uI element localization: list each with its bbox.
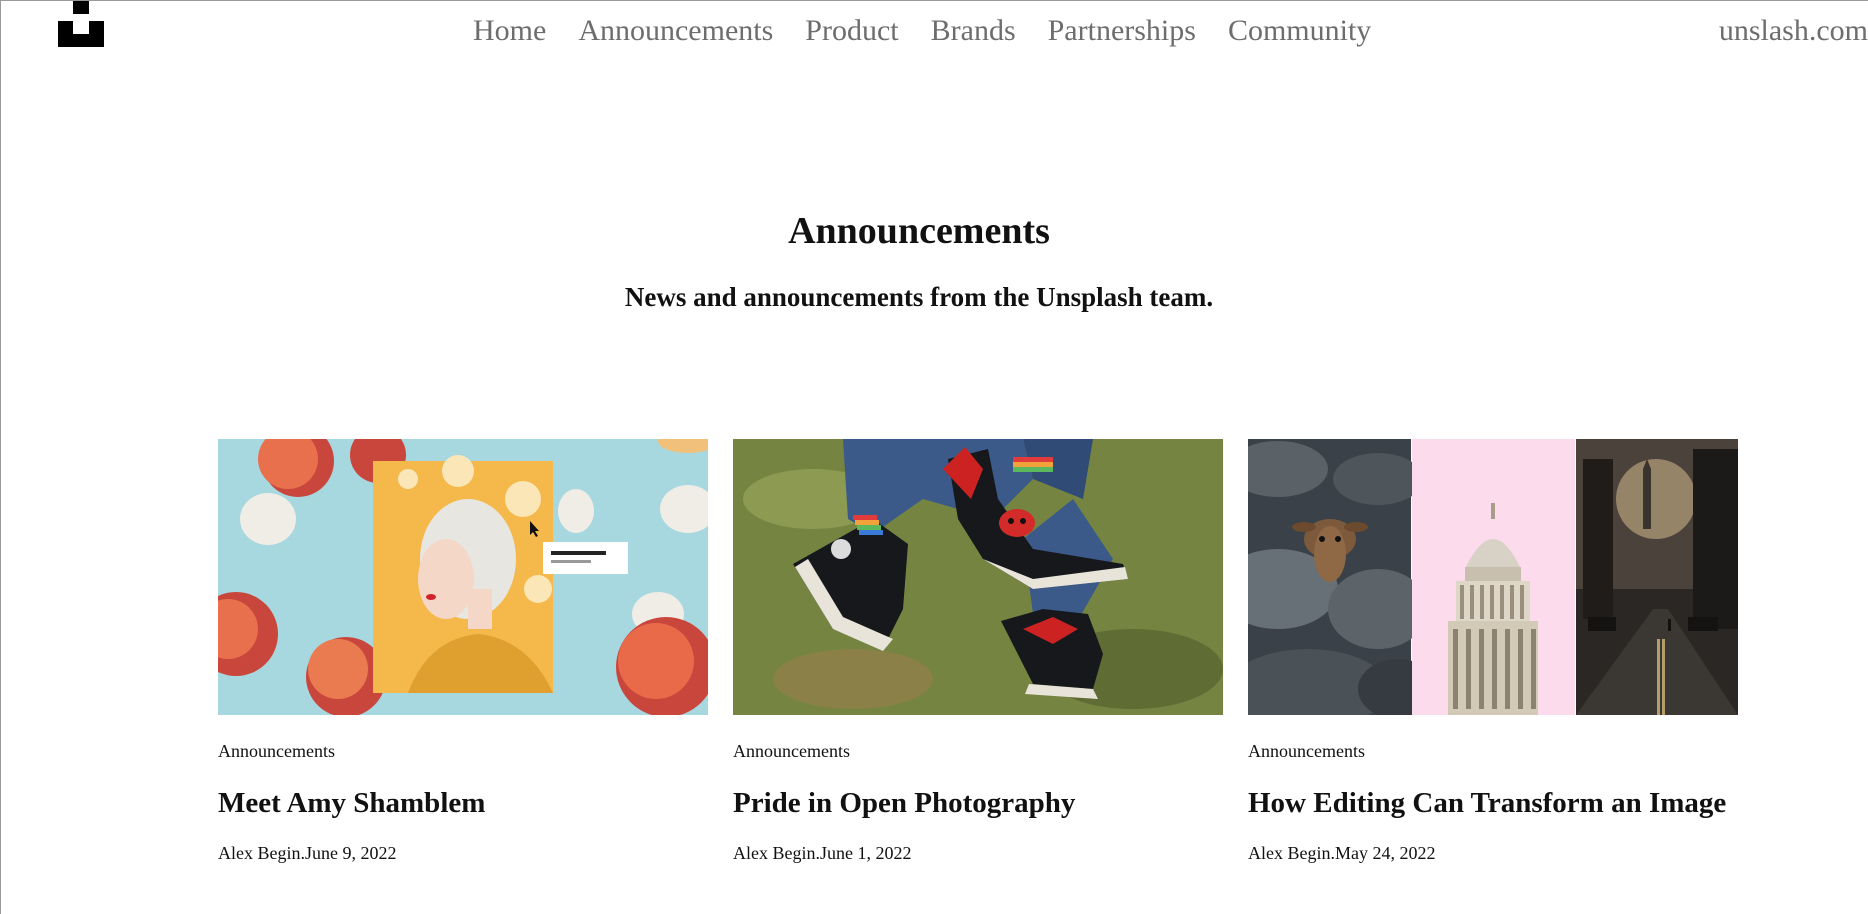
post-byline: Alex Begin.May 24, 2022 (1248, 843, 1436, 863)
post-title[interactable]: Meet Amy Shamblem (218, 786, 708, 820)
nav-partnerships[interactable]: Partnerships (1048, 13, 1196, 49)
post-image-amy-shamblem[interactable] (218, 439, 708, 715)
post-title[interactable]: How Editing Can Transform an Image (1248, 786, 1738, 820)
post-image-editing-triptych[interactable] (1248, 439, 1738, 715)
nav-announcements[interactable]: Announcements (578, 13, 773, 49)
page-title: Announcements (788, 210, 1050, 252)
nav-community[interactable]: Community (1228, 13, 1371, 49)
nav-brands[interactable]: Brands (931, 13, 1016, 49)
post-category[interactable]: Announcements (733, 740, 1223, 762)
post-card: Announcements Meet Amy Shamblem Alex Beg… (218, 439, 708, 864)
page-subtitle: News and announcements from the Unsplash… (624, 282, 1214, 312)
unsplash-logo-icon[interactable] (58, 1, 104, 47)
post-category[interactable]: Announcements (218, 740, 708, 762)
nav-product[interactable]: Product (805, 13, 898, 49)
post-byline: Alex Begin.June 9, 2022 (218, 843, 397, 863)
post-image-pride-sneakers[interactable] (733, 439, 1223, 715)
post-card: Announcements Pride in Open Photography … (733, 439, 1223, 864)
post-card: Announcements How Editing Can Transform … (1248, 439, 1738, 864)
unsplash-site-link[interactable]: unslash.com (1719, 13, 1868, 49)
nav-home[interactable]: Home (473, 13, 546, 49)
main-nav: Home Announcements Product Brands Partne… (473, 13, 1371, 49)
post-category[interactable]: Announcements (1248, 740, 1738, 762)
post-title[interactable]: Pride in Open Photography (733, 786, 1223, 820)
post-byline: Alex Begin.June 1, 2022 (733, 843, 912, 863)
